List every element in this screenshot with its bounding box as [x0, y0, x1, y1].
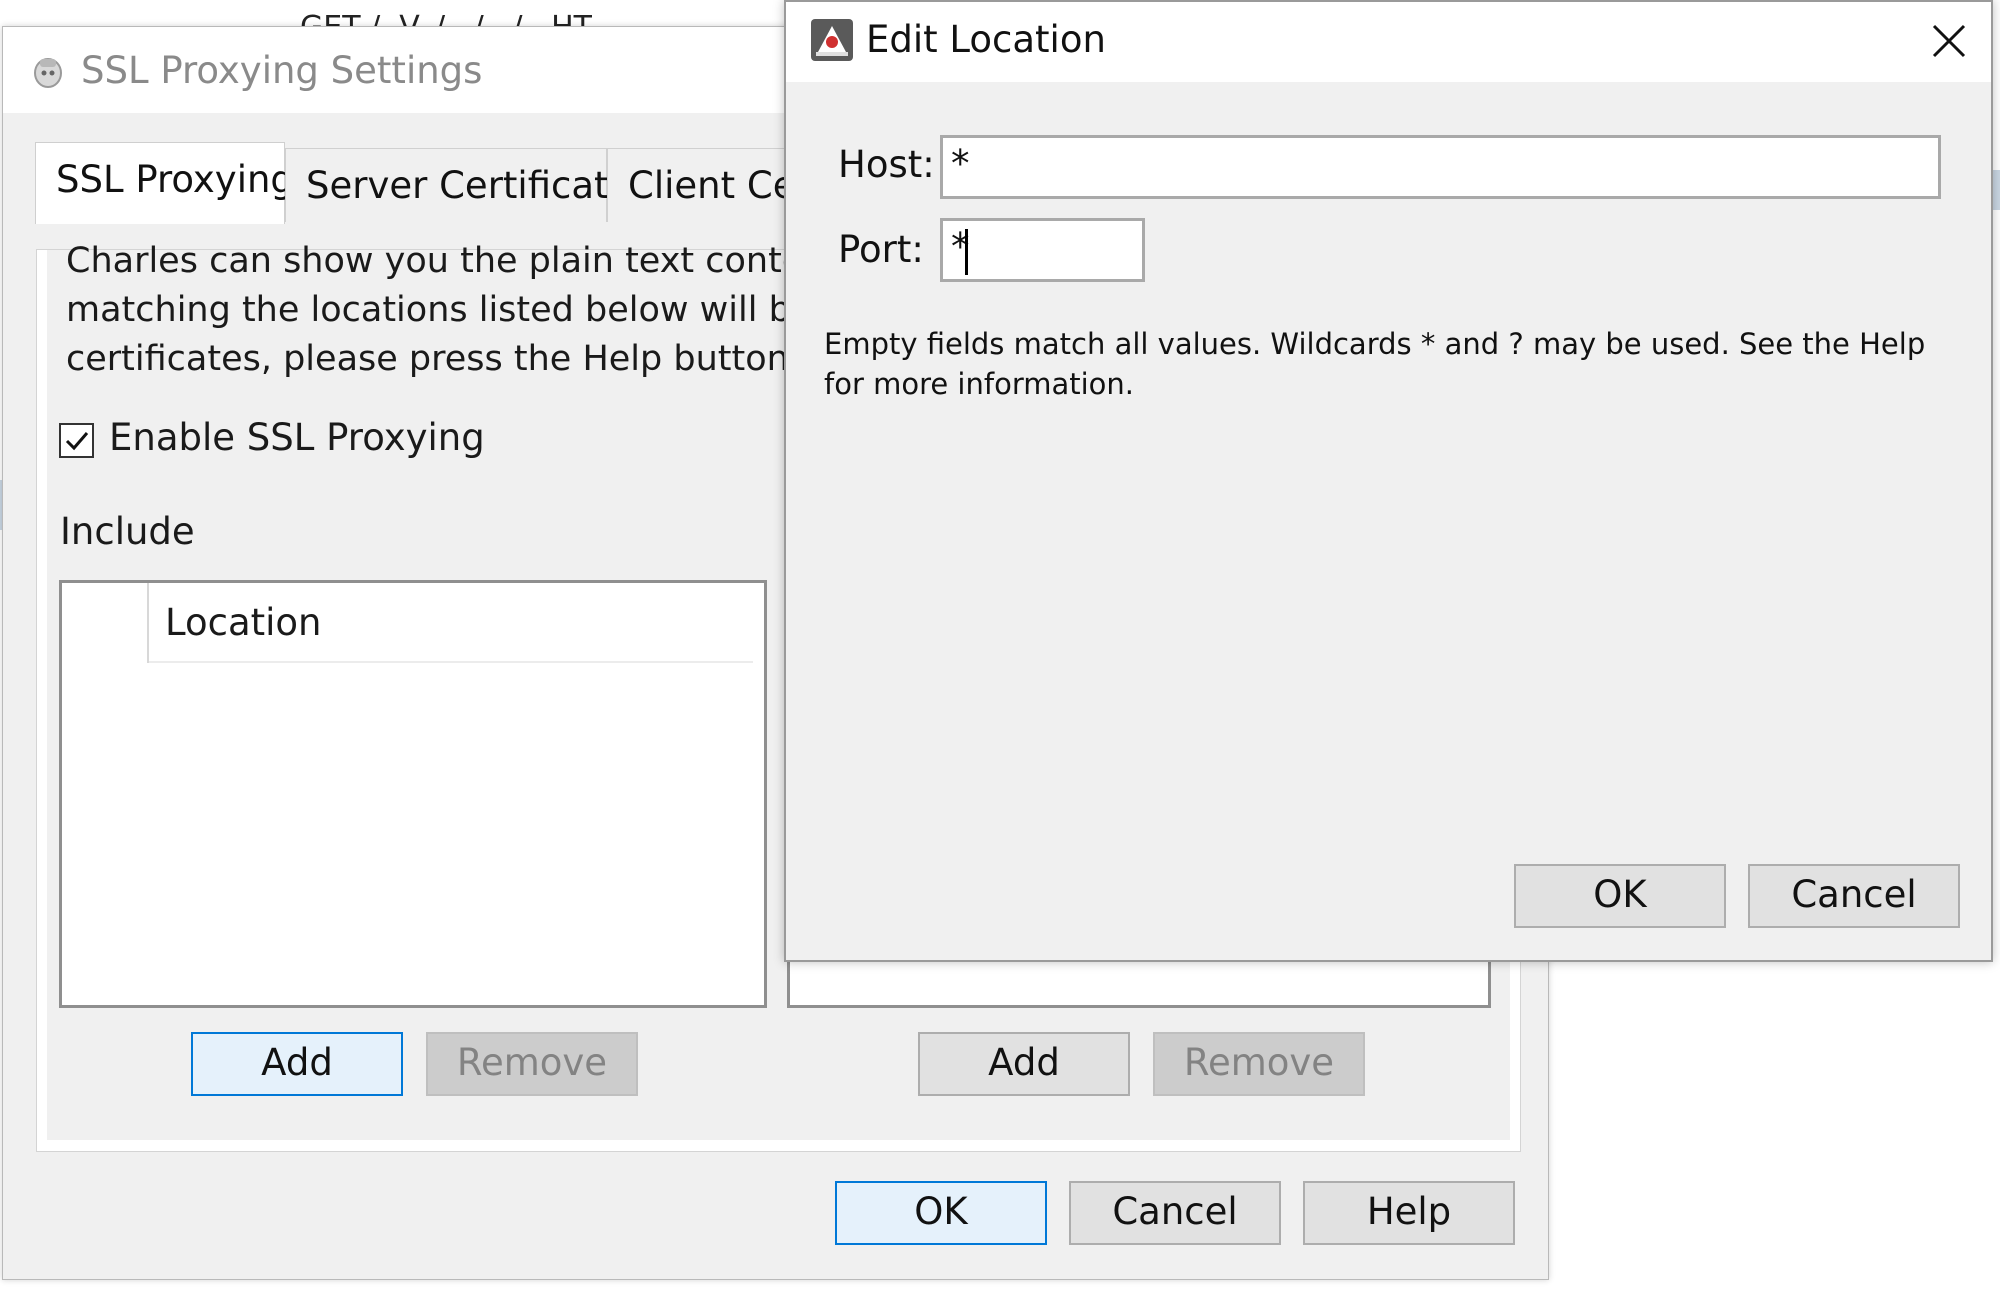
include-label: Include: [60, 510, 195, 553]
table-header-location[interactable]: Location: [149, 583, 753, 663]
port-label: Port:: [838, 228, 924, 271]
wildcard-hint: Empty fields match all values. Wildcards…: [824, 327, 1926, 401]
close-icon[interactable]: [1926, 18, 1972, 64]
description-text: Charles can show you the plain text cont…: [66, 237, 784, 384]
enable-ssl-proxying-checkbox[interactable]: [59, 423, 94, 458]
enable-ssl-proxying-label[interactable]: Enable SSL Proxying: [109, 416, 485, 459]
checkmark-icon: [65, 432, 89, 451]
main-cancel-button[interactable]: Cancel: [1069, 1181, 1281, 1245]
background-request-text: GET /..V../.../.../...HT: [300, 10, 593, 28]
exclude-remove-button[interactable]: Remove: [1153, 1032, 1365, 1096]
main-ok-button[interactable]: OK: [835, 1181, 1047, 1245]
include-locations-table[interactable]: Location: [59, 580, 767, 1008]
include-add-button[interactable]: Add: [191, 1032, 403, 1096]
background-edge: [1992, 170, 2000, 210]
text-caret: [965, 229, 968, 275]
edit-ok-button[interactable]: OK: [1514, 864, 1726, 928]
include-remove-button[interactable]: Remove: [426, 1032, 638, 1096]
table-header-enabled-column[interactable]: [62, 583, 149, 663]
edit-location-dialog: Edit Location Host: * Port: * Empty fiel…: [784, 0, 1993, 962]
tab-server-certificates[interactable]: Server Certificates: [285, 148, 651, 222]
description-line: certificates, please press the Help butt…: [66, 339, 784, 379]
edit-cancel-button[interactable]: Cancel: [1748, 864, 1960, 928]
host-label: Host:: [838, 143, 935, 186]
edit-location-title: Edit Location: [866, 18, 1106, 61]
tab-client-certificates[interactable]: Client Cer: [607, 148, 787, 222]
host-field[interactable]: *: [940, 135, 1941, 199]
java-app-icon: [811, 19, 853, 61]
description-line: Charles can show you the plain text cont…: [66, 241, 784, 281]
tab-ssl-proxying[interactable]: SSL Proxying: [35, 142, 294, 224]
edit-location-titlebar[interactable]: Edit Location: [786, 2, 1991, 82]
description-line: matching the locations listed below will…: [66, 290, 784, 330]
dialog-title: SSL Proxying Settings: [81, 49, 483, 92]
exclude-add-button[interactable]: Add: [918, 1032, 1130, 1096]
charles-app-icon: [34, 58, 62, 88]
main-help-button[interactable]: Help: [1303, 1181, 1515, 1245]
port-field[interactable]: *: [940, 218, 1145, 282]
